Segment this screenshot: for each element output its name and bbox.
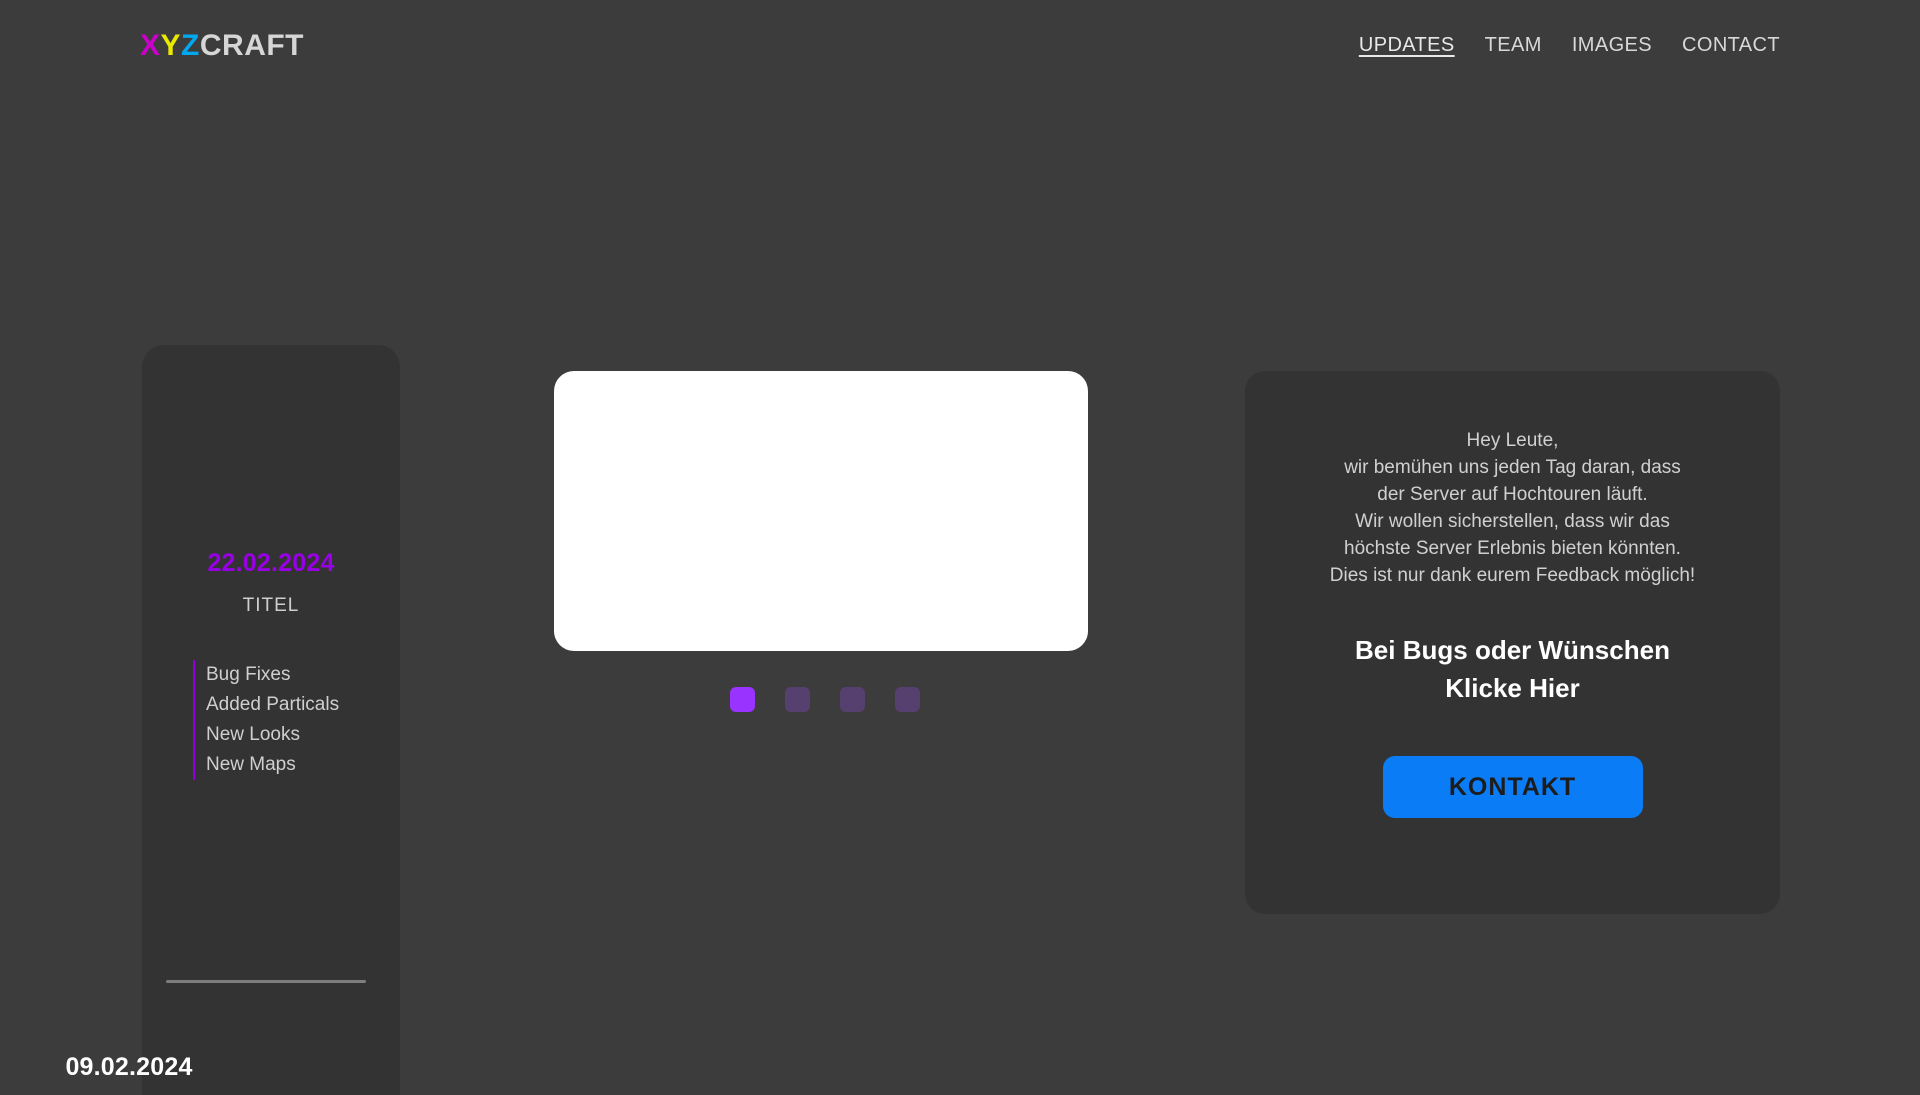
info-paragraph: Hey Leute, wir bemühen uns jeden Tag dar… (1329, 430, 1696, 586)
list-item: Added Particals (206, 694, 340, 715)
contact-button[interactable]: KONTAKT (1382, 756, 1643, 818)
nav-item-contact[interactable]: CONTACT (1682, 34, 1780, 59)
list-item: Bug Fixes (206, 664, 291, 685)
media-preview-image[interactable] (554, 371, 1088, 651)
media-showcase (554, 371, 1088, 712)
list-item: New Looks (206, 724, 300, 745)
entry-divider (166, 980, 366, 983)
brand-logo[interactable]: XYZCRAFT (140, 31, 304, 61)
carousel-dot-3[interactable] (840, 687, 865, 712)
update-changelog-list: Bug Fixes Added Particals New Looks New … (193, 660, 339, 780)
nav-item-updates[interactable]: UPDATES (1359, 34, 1455, 59)
nav-item-images[interactable]: IMAGES (1572, 34, 1652, 59)
carousel-dot-4[interactable] (895, 687, 920, 712)
carousel-dot-2[interactable] (785, 687, 810, 712)
nav-item-team[interactable]: TEAM (1485, 34, 1542, 59)
brand-letter-y: Y (160, 29, 182, 62)
info-panel: Hey Leute, wir bemühen uns jeden Tag dar… (1245, 371, 1780, 914)
brand-letter-z: Z (181, 29, 200, 62)
list-item: New Maps (206, 754, 296, 775)
carousel-indicators (730, 687, 920, 712)
next-update-entry-date: 09.02.2024 (65, 1053, 193, 1081)
update-entry-date: 22.02.2024 (207, 549, 335, 577)
carousel-dot-1[interactable] (730, 687, 755, 712)
brand-letter-x: X (140, 29, 161, 62)
update-entry-title: TITEL (242, 595, 300, 616)
updates-panel: 22.02.2024 TITEL Bug Fixes Added Partica… (142, 345, 400, 1095)
brand-suffix: CRAFT (199, 29, 305, 62)
info-heading: Bei Bugs oder Wünschen Klicke Hier (1355, 635, 1670, 703)
site-header: XYZCRAFT UPDATES TEAM IMAGES CONTACT (0, 0, 1920, 92)
main-navigation: UPDATES TEAM IMAGES CONTACT (1359, 34, 1780, 59)
